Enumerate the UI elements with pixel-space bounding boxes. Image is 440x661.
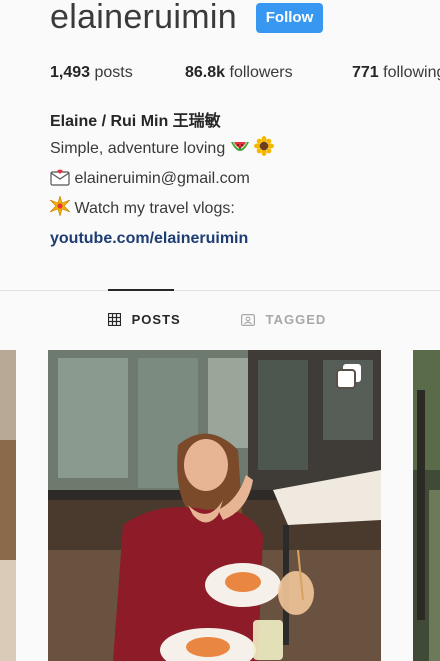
bio-email-line: elaineruimin@gmail.com — [50, 165, 430, 195]
profile-header: elaineruimin Follow — [0, 0, 440, 50]
bio-vlog-line: Watch my travel vlogs: — [49, 194, 430, 225]
post-thumbnail-main-image — [48, 350, 381, 661]
followers-stat[interactable]: 86.8k followers — [185, 64, 293, 82]
post-thumbnail-right[interactable] — [413, 350, 440, 661]
grid-icon — [107, 312, 132, 327]
followers-label: followers — [225, 64, 293, 81]
bio-email[interactable]: elaineruimin@gmail.com — [74, 170, 249, 187]
bio-external-link[interactable]: youtube.com/elaineruimin — [50, 225, 430, 252]
sunflower-icon — [254, 136, 275, 165]
active-tab-indicator — [108, 289, 174, 291]
tabs-divider — [0, 290, 440, 291]
bio-tagline: Simple, adventure loving — [50, 140, 226, 157]
tab-tagged-label: TAGGED — [265, 312, 327, 327]
follow-button[interactable]: Follow — [256, 3, 323, 33]
followers-count: 86.8k — [185, 64, 226, 81]
post-thumbnail-left[interactable] — [0, 350, 16, 661]
following-label: following — [378, 64, 440, 81]
profile-username: elaineruimin — [50, 0, 237, 36]
tab-tagged[interactable]: TAGGED — [241, 312, 326, 327]
profile-bio: Elaine / Rui Min 王瑞敏 Simple, adventure l… — [49, 108, 430, 252]
posts-label: posts — [90, 64, 133, 81]
post-thumbnail-left-image — [0, 350, 16, 661]
profile-stats: 1,493 posts 86.8k followers 771 followin… — [50, 64, 440, 86]
tab-posts[interactable]: POSTS — [107, 312, 181, 327]
tag-icon — [241, 312, 266, 327]
post-thumbnail-right-image — [413, 350, 440, 661]
posts-count: 1,493 — [50, 64, 91, 81]
sparkle-icon — [49, 194, 71, 225]
posts-stat[interactable]: 1,493 posts — [50, 64, 133, 82]
multiple-photos-icon — [336, 364, 361, 389]
post-thumbnail-main[interactable] — [48, 350, 381, 661]
following-count: 771 — [352, 64, 379, 81]
watermelon-icon — [230, 138, 250, 165]
bio-tagline-line: Simple, adventure loving — [50, 135, 430, 165]
following-stat[interactable]: 771 following — [352, 64, 440, 82]
envelope-icon — [50, 168, 70, 195]
bio-vlog-text: Watch my travel vlogs: — [74, 200, 235, 217]
tab-posts-label: POSTS — [131, 312, 181, 327]
bio-full-name: Elaine / Rui Min 王瑞敏 — [50, 113, 221, 130]
